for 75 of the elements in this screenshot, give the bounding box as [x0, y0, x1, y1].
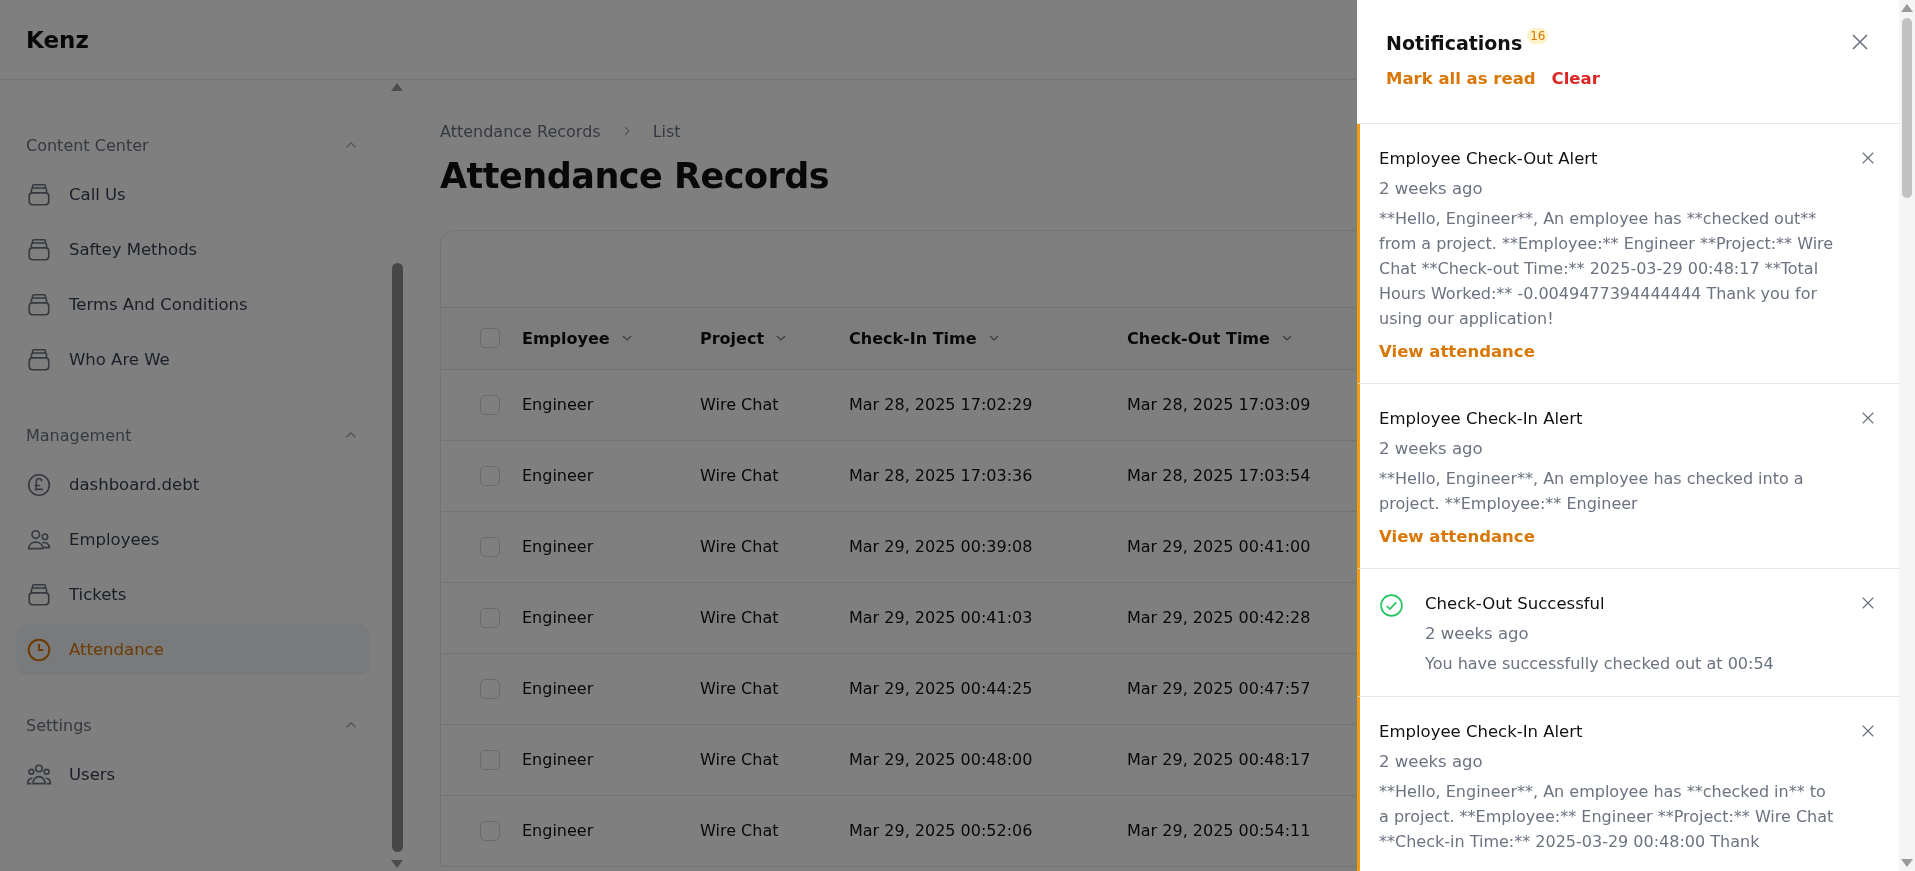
- timestamp: 2 weeks ago: [1379, 178, 1484, 200]
- table-cell: Engineer: [522, 608, 594, 627]
- sidebar-item[interactable]: Users: [16, 749, 370, 800]
- pound-icon: [26, 471, 52, 498]
- column-header[interactable]: Check-Out Time: [1127, 328, 1295, 348]
- table-cell: Wire Chat: [700, 466, 779, 485]
- sidebar-item[interactable]: Who Are We: [16, 334, 370, 385]
- notification-title: Employee Check-In Alert: [1379, 721, 1584, 743]
- column-header[interactable]: Check-In Time: [849, 328, 1002, 348]
- tray-icon: [26, 291, 52, 318]
- page-title: Attendance Records: [440, 156, 830, 198]
- table-cell: Engineer: [522, 466, 594, 485]
- tray-icon: [26, 181, 52, 208]
- tray-icon: [26, 581, 52, 608]
- table-cell: Wire Chat: [700, 821, 779, 841]
- group-header[interactable]: Management: [16, 415, 370, 455]
- table-cell: Wire Chat: [700, 395, 779, 414]
- check-circle-icon: [1379, 593, 1404, 618]
- notification-message: **Hello, Engineer**, An employee has **checked in** to a project. **Employee:** Engineer **Project:** Wire Chat **Check-in Time:** 2025-03-29 00:48:00 Thank: [1379, 781, 1835, 853]
- table-cell: Mar 28, 2025 17:03:09: [1127, 395, 1311, 414]
- notification-message: **Hello, Engineer**, An employee has checked into a project. **Employee:** Engineer: [1379, 468, 1805, 515]
- table-cell: Engineer: [522, 679, 594, 698]
- scrollbar[interactable]: [1899, 0, 1915, 871]
- action-link[interactable]: Mark all as read: [1386, 69, 1536, 88]
- table-cell: Wire Chat: [700, 608, 779, 627]
- app-title: Kenz: [26, 26, 89, 53]
- timestamp: 2 weeks ago: [1379, 438, 1484, 460]
- sidebar-item[interactable]: Saftey Methods: [16, 224, 370, 275]
- breadcrumb-link[interactable]: List: [652, 121, 681, 141]
- view-attendance-link[interactable]: View attendance: [1379, 527, 1535, 546]
- table-cell: Wire Chat: [700, 537, 779, 556]
- group-header[interactable]: Settings: [16, 705, 370, 745]
- table-cell: Mar 29, 2025 00:52:06: [849, 821, 1033, 841]
- table-cell: Mar 28, 2025 17:02:29: [849, 395, 1033, 414]
- notification-title: Employee Check-In Alert: [1379, 408, 1584, 430]
- table-cell: Mar 28, 2025 17:03:54: [1127, 466, 1311, 485]
- column-header[interactable]: Project: [700, 328, 790, 348]
- sidebar-item[interactable]: dashboard.debt: [16, 459, 370, 510]
- action-link[interactable]: Clear: [1551, 69, 1600, 88]
- sidebar-item[interactable]: Attendance: [16, 624, 370, 675]
- tray-icon: [26, 346, 52, 373]
- table-cell: Mar 29, 2025 00:44:25: [849, 679, 1033, 698]
- group-header[interactable]: Content Center: [16, 125, 370, 165]
- notification-title: Employee Check-Out Alert: [1379, 148, 1599, 170]
- table-cell: Wire Chat: [700, 750, 779, 769]
- table-cell: Mar 29, 2025 00:48:00: [849, 750, 1033, 769]
- table-cell: Wire Chat: [700, 679, 779, 698]
- table-cell: Mar 29, 2025 00:48:17: [1127, 750, 1311, 769]
- clock-icon: [26, 636, 52, 663]
- column-header[interactable]: Employee: [522, 328, 635, 348]
- notification-message: You have successfully checked out at 00:54: [1425, 653, 1775, 675]
- table-cell: Engineer: [522, 537, 594, 556]
- panel-title: Notifications: [1386, 32, 1523, 54]
- table-cell: Mar 29, 2025 00:39:08: [849, 537, 1033, 556]
- table-cell: Mar 29, 2025 00:42:28: [1127, 608, 1311, 627]
- table-cell: Mar 28, 2025 17:03:36: [849, 466, 1033, 485]
- table-cell: Engineer: [522, 821, 594, 841]
- tray-icon: [26, 236, 52, 263]
- sidebar-item[interactable]: Terms And Conditions: [16, 279, 370, 330]
- table-cell: Mar 29, 2025 00:54:11: [1127, 821, 1311, 841]
- sidebar-item[interactable]: Call Us: [16, 169, 370, 220]
- breadcrumb-link[interactable]: Attendance Records: [440, 121, 601, 141]
- sidebar-item[interactable]: Employees: [16, 514, 370, 565]
- timestamp: 2 weeks ago: [1379, 751, 1484, 773]
- table-cell: Mar 29, 2025 00:41:00: [1127, 537, 1311, 556]
- table-cell: Engineer: [522, 395, 594, 414]
- notification-title: Check-Out Successful: [1425, 593, 1606, 615]
- notification-message: **Hello, Engineer**, An employee has **checked out** from a project. **Employee:** Engineer **Project:** Wire Chat **Check-out Time:** 2025-03-29 00:48:17 **Total Hours Worked:** -0.0049477394444444 Thank you for using our application!: [1379, 208, 1835, 330]
- table-cell: Engineer: [522, 750, 594, 769]
- table-cell: Mar 29, 2025 00:41:03: [849, 608, 1033, 627]
- table-cell: Mar 29, 2025 00:47:57: [1127, 679, 1311, 698]
- sidebar-item[interactable]: Tickets: [16, 569, 370, 620]
- timestamp: 2 weeks ago: [1425, 623, 1530, 645]
- view-attendance-link[interactable]: View attendance: [1379, 342, 1535, 361]
- count-badge: 16: [1527, 28, 1549, 44]
